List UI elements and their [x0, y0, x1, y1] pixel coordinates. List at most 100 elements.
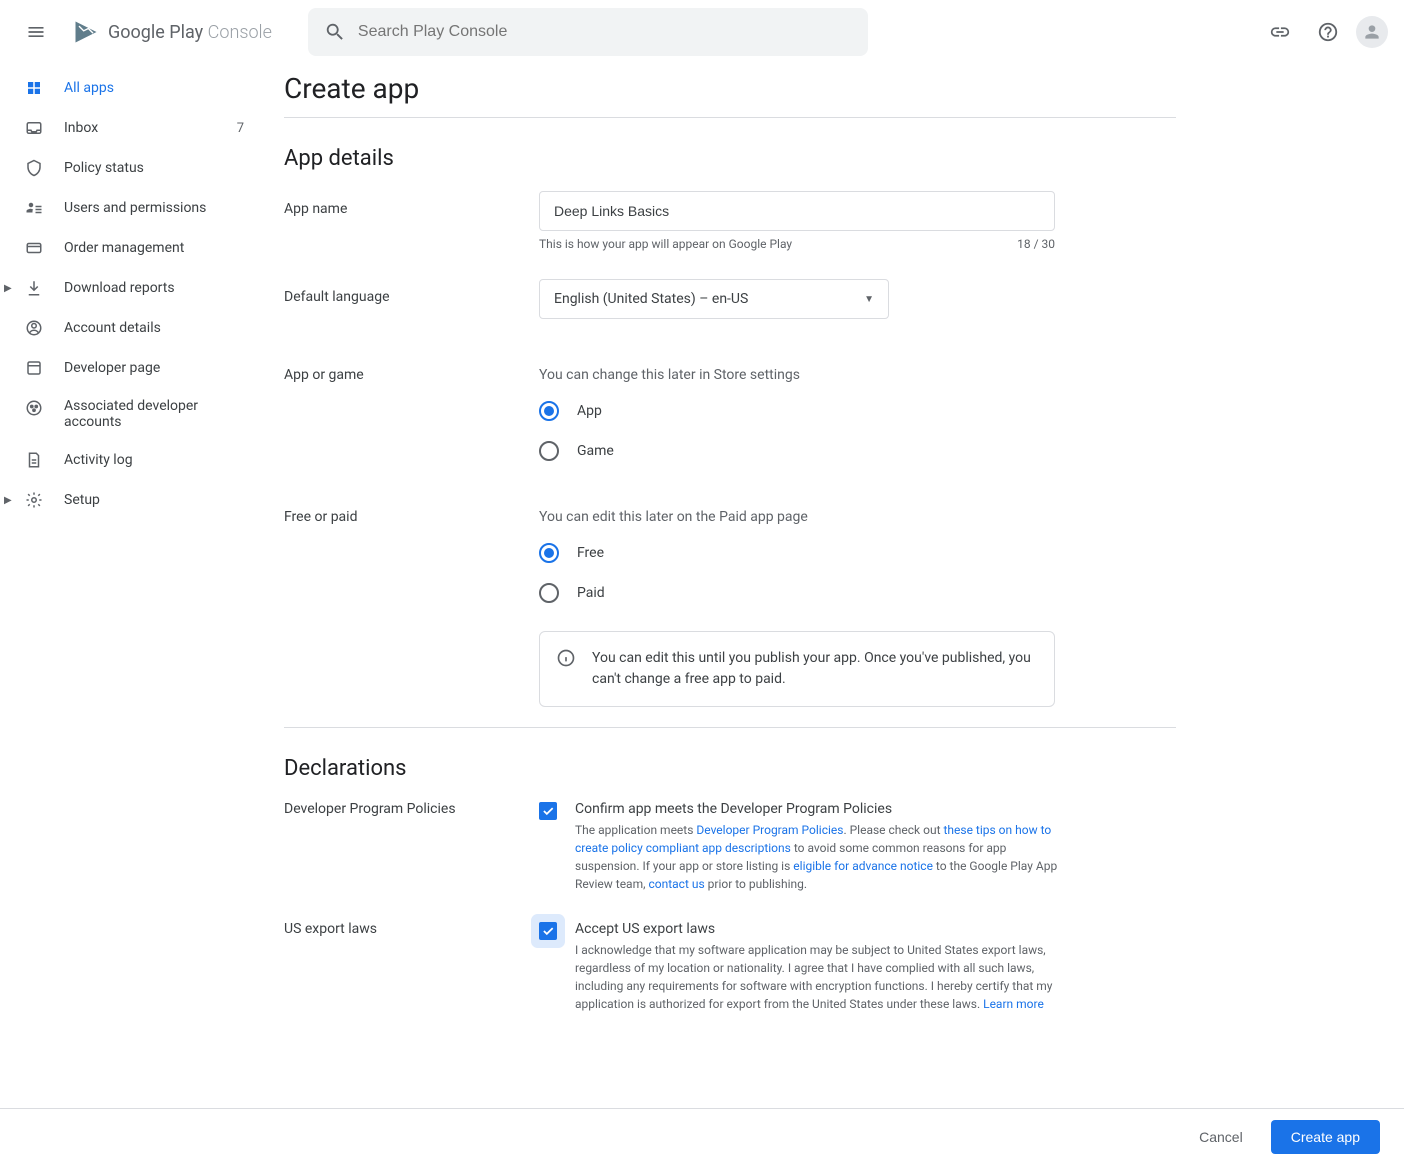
gear-icon	[24, 490, 44, 510]
app-name-helper: This is how your app will appear on Goog…	[539, 237, 792, 251]
link-program-policies[interactable]: Developer Program Policies	[696, 823, 843, 837]
default-language-value: English (United States) – en-US	[554, 291, 748, 307]
info-text: You can edit this until you publish your…	[592, 648, 1038, 690]
account-icon	[24, 318, 44, 338]
create-app-button[interactable]: Create app	[1271, 1120, 1380, 1154]
main-content: Create app App details App name This is …	[260, 64, 1200, 1141]
inbox-count: 7	[237, 121, 244, 136]
radio-input	[539, 401, 559, 421]
sidebar-item-label: All apps	[64, 80, 244, 96]
app-name-input[interactable]	[539, 191, 1055, 231]
free-or-paid-label: Free or paid	[284, 509, 539, 707]
radio-input	[539, 441, 559, 461]
radio-label: App	[577, 403, 602, 419]
logo-text: Google Play Console	[108, 22, 272, 43]
sidebar-item-inbox[interactable]: Inbox 7	[0, 108, 260, 148]
sidebar-item-label: Order management	[64, 240, 244, 256]
sidebar-item-activity[interactable]: Activity log	[0, 440, 260, 480]
link-contact[interactable]: contact us	[648, 877, 704, 891]
search-box[interactable]	[308, 8, 868, 56]
field-app-or-game: App or game You can change this later in…	[284, 367, 1176, 461]
radio-input	[539, 543, 559, 563]
radio-app[interactable]: App	[539, 401, 1176, 421]
app-name-counter: 18 / 30	[1017, 237, 1055, 251]
link-learn-more[interactable]: Learn more	[983, 997, 1044, 1011]
cancel-button[interactable]: Cancel	[1183, 1121, 1259, 1153]
sidebar-item-label: Policy status	[64, 160, 244, 176]
radio-label: Free	[577, 545, 604, 561]
hamburger-icon	[26, 22, 46, 42]
sidebar-item-users[interactable]: Users and permissions	[0, 188, 260, 228]
field-free-or-paid: Free or paid You can edit this later on …	[284, 509, 1176, 707]
link-button[interactable]	[1260, 12, 1300, 52]
help-button[interactable]	[1308, 12, 1348, 52]
header: Google Play Console	[0, 0, 1404, 64]
link-advance-notice[interactable]: eligible for advance notice	[793, 859, 933, 873]
document-icon	[24, 450, 44, 470]
radio-label: Game	[577, 443, 614, 459]
check-icon	[541, 924, 555, 938]
sidebar-item-downloads[interactable]: ▶ Download reports	[0, 268, 260, 308]
app-or-game-label: App or game	[284, 367, 539, 461]
sidebar-item-associated[interactable]: Associated developer accounts	[0, 388, 260, 440]
policies-title: Confirm app meets the Developer Program …	[575, 801, 1065, 817]
field-default-language: Default language English (United States)…	[284, 279, 1176, 319]
footer-actions: Cancel Create app	[0, 1108, 1404, 1164]
sidebar-item-label: Developer page	[64, 360, 244, 376]
sidebar-item-account[interactable]: Account details	[0, 308, 260, 348]
users-icon	[24, 198, 44, 218]
export-description: I acknowledge that my software applicati…	[575, 941, 1065, 1013]
sidebar-item-all-apps[interactable]: All apps	[0, 68, 260, 108]
check-icon	[541, 804, 555, 818]
radio-paid[interactable]: Paid	[539, 583, 1176, 603]
apps-icon	[24, 78, 44, 98]
page-icon	[24, 358, 44, 378]
export-checkbox[interactable]	[539, 922, 557, 940]
policies-checkbox[interactable]	[539, 802, 557, 820]
link-icon	[1269, 21, 1291, 43]
policies-description: The application meets Developer Program …	[575, 821, 1065, 893]
sidebar-item-label: Users and permissions	[64, 200, 244, 216]
shield-icon	[24, 158, 44, 178]
menu-button[interactable]	[16, 12, 56, 52]
sidebar-item-policy[interactable]: Policy status	[0, 148, 260, 188]
play-console-icon	[72, 18, 100, 46]
inbox-icon	[24, 118, 44, 138]
app-or-game-hint: You can change this later in Store setti…	[539, 367, 1176, 383]
sidebar-item-label: Account details	[64, 320, 244, 336]
group-icon	[24, 398, 44, 418]
chevron-down-icon: ▼	[864, 294, 874, 305]
export-label: US export laws	[284, 921, 539, 1013]
avatar[interactable]	[1356, 16, 1388, 48]
sidebar-item-orders[interactable]: Order management	[0, 228, 260, 268]
section-declarations: Declarations	[284, 756, 1176, 781]
search-input[interactable]	[358, 23, 852, 41]
app-name-label: App name	[284, 191, 539, 251]
divider	[284, 727, 1176, 728]
sidebar-item-label: Inbox	[64, 120, 217, 136]
export-title: Accept US export laws	[575, 921, 1065, 937]
field-export-laws: US export laws Accept US export laws I a…	[284, 921, 1176, 1013]
free-or-paid-hint: You can edit this later on the Paid app …	[539, 509, 1176, 525]
radio-input	[539, 583, 559, 603]
sidebar-item-label: Activity log	[64, 452, 244, 468]
sidebar-item-devpage[interactable]: Developer page	[0, 348, 260, 388]
radio-game[interactable]: Game	[539, 441, 1176, 461]
radio-label: Paid	[577, 585, 605, 601]
help-icon	[1317, 21, 1339, 43]
sidebar-item-label: Setup	[64, 492, 244, 508]
default-language-select[interactable]: English (United States) – en-US ▼	[539, 279, 889, 319]
field-app-name: App name This is how your app will appea…	[284, 191, 1176, 251]
download-icon	[24, 278, 44, 298]
field-policies: Developer Program Policies Confirm app m…	[284, 801, 1176, 893]
sidebar-item-label: Associated developer accounts	[64, 398, 244, 430]
header-actions	[1260, 12, 1388, 52]
info-box: You can edit this until you publish your…	[539, 631, 1055, 707]
expand-icon: ▶	[4, 495, 12, 506]
section-app-details: App details	[284, 146, 1176, 171]
sidebar-item-setup[interactable]: ▶ Setup	[0, 480, 260, 520]
radio-free[interactable]: Free	[539, 543, 1176, 563]
logo[interactable]: Google Play Console	[72, 18, 272, 46]
divider	[284, 117, 1176, 118]
sidebar-item-label: Download reports	[64, 280, 244, 296]
